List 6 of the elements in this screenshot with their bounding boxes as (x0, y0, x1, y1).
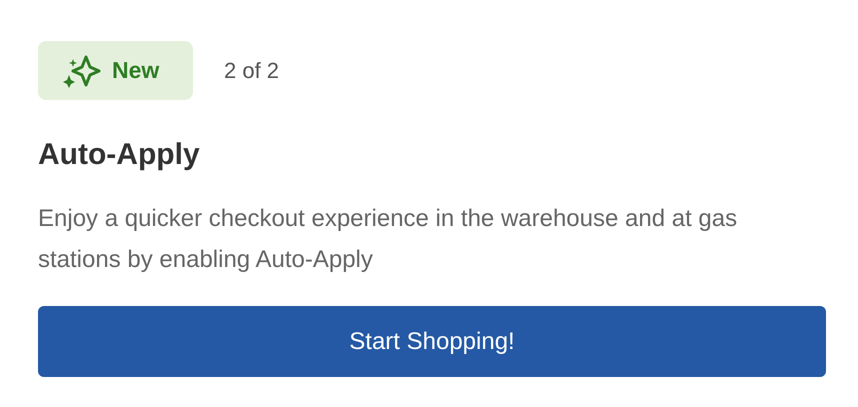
description: Enjoy a quicker checkout experience in the warehouse and at gas stations by enabling Auto-Apply (38, 204, 738, 275)
start-shopping-button[interactable]: Start Shopping! (38, 306, 826, 377)
badge-label: New (112, 56, 160, 86)
page-counter: 2 of 2 (224, 57, 280, 85)
title: Auto-Apply (38, 137, 201, 173)
sparkle-icon (62, 52, 102, 88)
